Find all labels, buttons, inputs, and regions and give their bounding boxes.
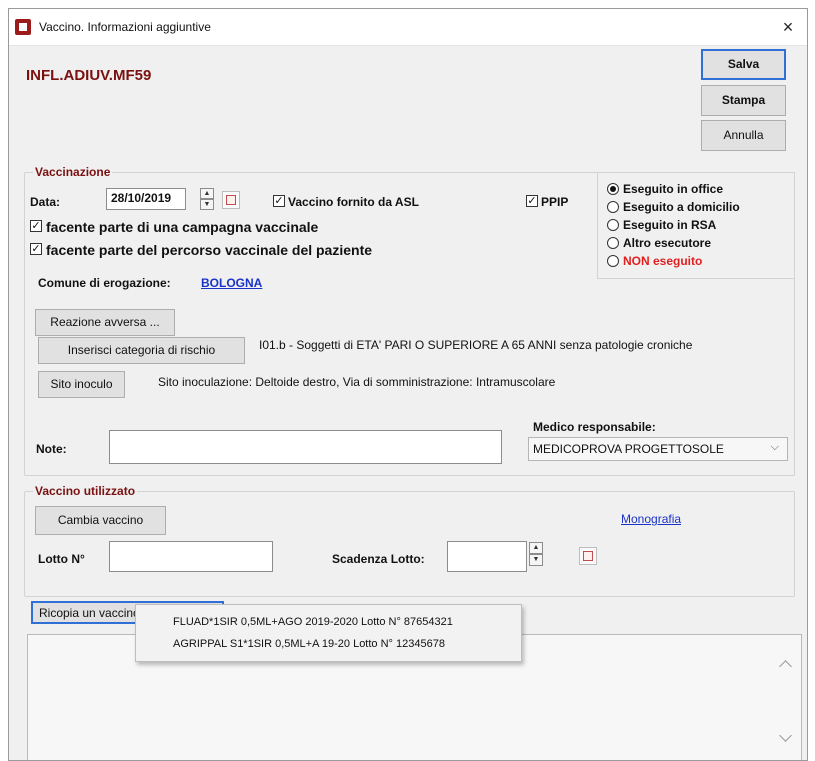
path-label: facente parte del percorso vaccinale del… [46,242,373,258]
radio-label-altro: Altro esecutore [623,236,712,250]
cancel-button[interactable]: Annulla [701,120,786,151]
inoculation-site-text: Sito inoculazione: Deltoide destro, Via … [158,375,556,389]
path-checkbox[interactable]: ✓ [30,243,42,255]
campaign-checkbox[interactable]: ✓ [30,220,42,232]
radio-eseguito-rsa[interactable] [607,219,619,231]
comune-label: Comune di erogazione: [38,276,171,290]
title-bar: Vaccino. Informazioni aggiuntive × [9,9,807,46]
doctor-value: MEDICOPROVA PROGETTOSOLE [533,442,724,456]
radio-altro-esecutore[interactable] [607,237,619,249]
doctor-select[interactable]: MEDICOPROVA PROGETTOSOLE ⌵ [528,437,788,461]
menu-item-agrippal[interactable]: AGRIPPAL S1*1SIR 0,5ML+A 19-20 Lotto N° … [173,638,445,650]
calendar-icon[interactable] [222,191,240,209]
expiry-input[interactable] [447,541,527,572]
save-button[interactable]: Salva [701,49,786,80]
date-label: Data: [30,195,61,209]
lot-label: Lotto N° [38,552,85,566]
risk-category-text: I01.b - Soggetti di ETA' PARI O SUPERIOR… [259,338,693,352]
date-field[interactable]: 28/10/2019 [106,188,186,210]
doctor-label: Medico responsabile: [533,420,656,434]
expiry-spinner-up[interactable]: ▲ [529,542,543,554]
menu-item-fluad[interactable]: FLUAD*1SIR 0,5ML+AGO 2019-2020 Lotto N° … [173,616,453,628]
notes-input[interactable] [109,430,502,464]
radio-label-rsa: Eseguito in RSA [623,218,717,232]
vaccino-title: Vaccino utilizzato [33,484,138,498]
asl-checkbox[interactable]: ✓ [273,195,285,207]
asl-label: Vaccino fornito da ASL [288,195,419,209]
ppip-label: PPIP [541,195,569,209]
copy-vaccine-menu: FLUAD*1SIR 0,5ML+AGO 2019-2020 Lotto N° … [135,604,522,662]
radio-label-non-eseguito: NON eseguito [623,254,703,268]
date-spinner-down[interactable]: ▼ [200,199,214,210]
inoculation-site-button[interactable]: Sito inoculo [38,371,125,398]
date-spinner-up[interactable]: ▲ [200,188,214,199]
risk-category-button[interactable]: Inserisci categoria di rischio [38,337,245,364]
adverse-reaction-button[interactable]: Reazione avversa ... [35,309,175,336]
radio-eseguito-domicilio[interactable] [607,201,619,213]
close-button[interactable]: × [771,13,805,41]
radio-label-office: Eseguito in office [623,182,724,196]
scroll-up-icon[interactable] [779,660,792,673]
comune-link[interactable]: BOLOGNA [201,276,262,290]
print-button[interactable]: Stampa [701,85,786,116]
execution-radio-box: Eseguito in office Eseguito a domicilio … [597,172,795,279]
notes-label: Note: [36,442,67,456]
window-title: Vaccino. Informazioni aggiuntive [39,20,211,34]
monograph-link[interactable]: Monografia [621,512,681,526]
expiry-spinner-down[interactable]: ▼ [529,554,543,566]
campaign-label: facente parte di una campagna vaccinale [46,219,319,235]
vaccine-code: INFL.ADIUV.MF59 [26,67,152,84]
radio-non-eseguito[interactable] [607,255,619,267]
vaccinazione-title: Vaccinazione [33,165,113,179]
scroll-down-icon[interactable] [779,729,792,742]
castle-tower-icon [15,19,31,35]
radio-label-domicilio: Eseguito a domicilio [623,200,740,214]
date-value: 28/10/2019 [111,191,172,205]
lot-input[interactable] [109,541,273,572]
ppip-checkbox[interactable]: ✓ [526,195,538,207]
chevron-down-icon: ⌵ [770,441,779,453]
expiry-label: Scadenza Lotto: [332,552,425,566]
radio-eseguito-office[interactable] [607,183,619,195]
change-vaccine-button[interactable]: Cambia vaccino [35,506,166,535]
expiry-calendar-icon[interactable] [579,547,597,565]
